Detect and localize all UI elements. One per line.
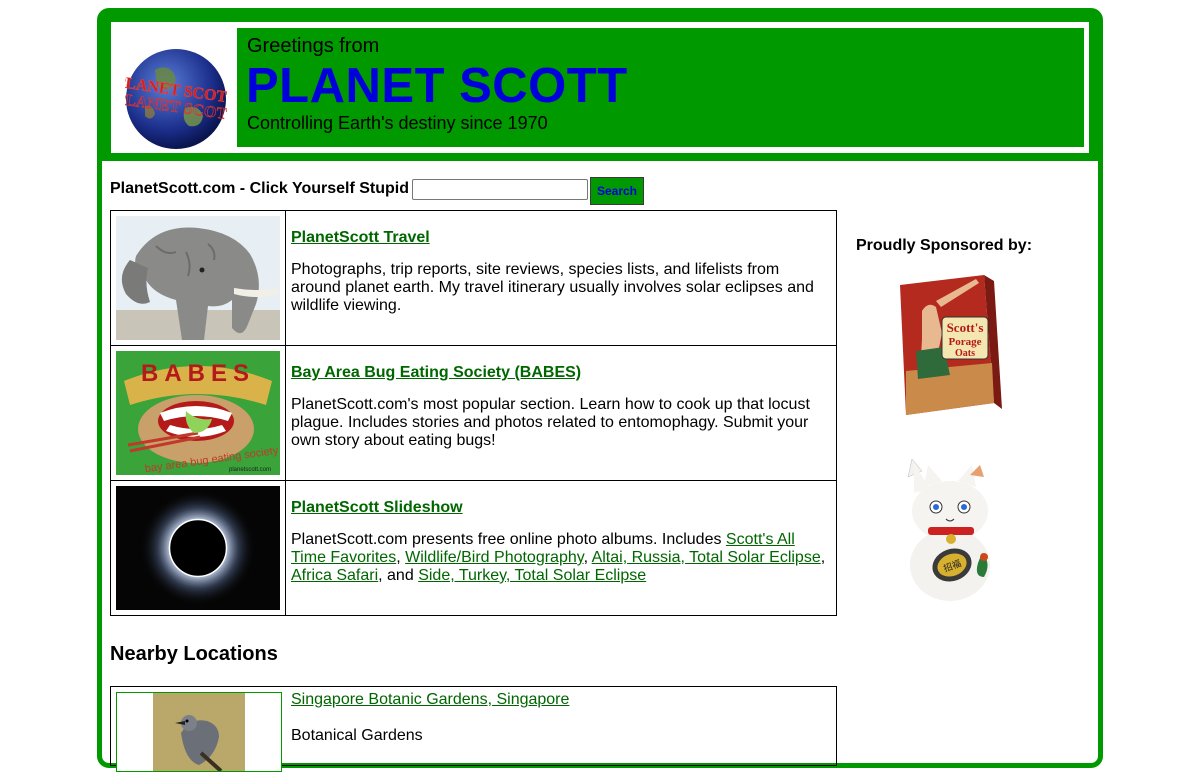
- feature-desc: PlanetScott Travel Photographs, trip rep…: [285, 210, 837, 346]
- page-frame: PLANET SCOTT PLANET SCOTT Greetings from…: [97, 8, 1103, 772]
- feature-desc: Bay Area Bug Eating Society (BABES) Plan…: [285, 345, 837, 481]
- album-link[interactable]: Side, Turkey, Total Solar Eclipse: [418, 567, 646, 584]
- planet-logo[interactable]: PLANET SCOTT PLANET SCOTT: [117, 28, 234, 149]
- scotts-porage-oats-image[interactable]: Scott's Porage Oats: [892, 271, 1002, 417]
- feature-description: PlanetScott.com's most popular section. …: [291, 396, 810, 449]
- oats-brand-text: Scott's: [947, 320, 984, 335]
- feature-thumb[interactable]: BABES bay area bug eating society planet…: [110, 345, 286, 481]
- nearby-heading: Nearby Locations: [110, 643, 278, 665]
- feature-row: PlanetScott Slideshow PlanetScott.com pr…: [110, 480, 837, 616]
- feature-description: PlanetScott.com presents free online pho…: [291, 531, 826, 585]
- babes-logo-image[interactable]: BABES bay area bug eating society planet…: [116, 351, 280, 475]
- banner: Greetings from PLANET SCOTT Controlling …: [237, 28, 1084, 147]
- features-table: PlanetScott Travel Photographs, trip rep…: [110, 210, 837, 616]
- header: PLANET SCOTT PLANET SCOTT Greetings from…: [102, 13, 1098, 161]
- feature-row: PlanetScott Travel Photographs, trip rep…: [110, 210, 837, 346]
- solar-eclipse-photo[interactable]: [116, 486, 280, 610]
- separator: ,: [583, 549, 589, 566]
- separator: ,: [396, 549, 401, 566]
- oats-product-text: Porage: [949, 336, 982, 348]
- search-button[interactable]: Search: [590, 177, 644, 205]
- feature-title-link[interactable]: PlanetScott Slideshow: [291, 499, 826, 517]
- separator: , and: [378, 567, 414, 584]
- nearby-location-link[interactable]: Singapore Botanic Gardens, Singapore: [291, 691, 569, 709]
- nearby-category: Botanical Gardens: [291, 727, 423, 744]
- search-input[interactable]: [412, 179, 588, 200]
- nearby-thumb[interactable]: [116, 692, 282, 772]
- globe-icon: PLANET SCOTT PLANET SCOTT: [125, 49, 227, 149]
- lucky-cat-image[interactable]: 招福: [892, 453, 1002, 603]
- album-link[interactable]: Wildlife/Bird Photography: [405, 549, 583, 566]
- nearby-item: Singapore Botanic Gardens, Singapore Bot…: [110, 686, 837, 772]
- feature-row: BABES bay area bug eating society planet…: [110, 345, 837, 481]
- site-brand[interactable]: PLANET SCOTT: [246, 58, 628, 114]
- feature-title-link[interactable]: PlanetScott Travel: [291, 229, 826, 247]
- site-label: PlanetScott.com - Click Yourself Stupid: [110, 180, 410, 197]
- babes-title-text: BABES: [141, 360, 255, 387]
- separator: ,: [820, 549, 826, 566]
- feature-desc: PlanetScott Slideshow PlanetScott.com pr…: [285, 480, 837, 616]
- album-link[interactable]: Altai, Russia, Total Solar Eclipse: [592, 549, 821, 566]
- description-prefix: PlanetScott.com presents free online pho…: [291, 531, 722, 548]
- babes-credit-text: planetscott.com: [229, 467, 271, 473]
- feature-description: Photographs, trip reports, site reviews,…: [291, 261, 814, 314]
- greeting-text: Greetings from: [247, 35, 380, 57]
- feature-thumb[interactable]: [110, 210, 286, 346]
- sponsor-label: Proudly Sponsored by:: [856, 237, 1033, 254]
- oats-product-text-2: Oats: [955, 348, 975, 359]
- feature-thumb[interactable]: [110, 480, 286, 616]
- tagline: Controlling Earth's destiny since 1970: [247, 113, 548, 133]
- feature-title-link[interactable]: Bay Area Bug Eating Society (BABES): [291, 364, 826, 382]
- album-link[interactable]: Africa Safari: [291, 567, 378, 584]
- header-inner: PLANET SCOTT PLANET SCOTT Greetings from…: [111, 22, 1089, 153]
- elephant-photo[interactable]: [116, 216, 280, 340]
- bird-photo[interactable]: [117, 693, 282, 772]
